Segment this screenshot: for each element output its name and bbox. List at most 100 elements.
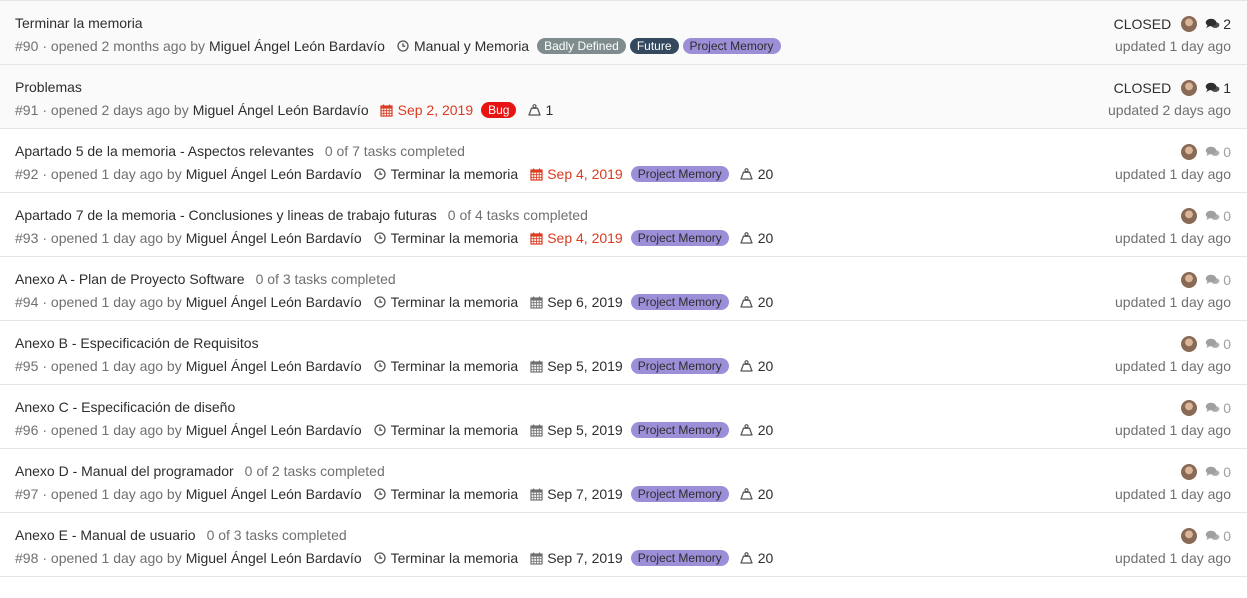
issue-opened: · opened 1 day ago by [42, 550, 182, 566]
issue-author-link[interactable]: Miguel Ángel León Bardavío [186, 422, 362, 438]
issue-milestone[interactable]: Manual y Memoria [396, 38, 529, 54]
weight-value: 20 [757, 294, 774, 310]
issue-title[interactable]: Anexo D - Manual del programador [15, 463, 234, 479]
issue-label[interactable]: Project Memory [630, 166, 729, 182]
weight-icon [740, 551, 754, 565]
issue-meta: #90 · opened 2 months ago by Miguel Ánge… [15, 36, 781, 56]
issue-milestone[interactable]: Terminar la memoria [373, 166, 518, 182]
comments-icon [1205, 402, 1220, 414]
issue-author-link[interactable]: Miguel Ángel León Bardavío [186, 550, 362, 566]
issue-label[interactable]: Project Memory [630, 294, 729, 310]
issue-comments-link[interactable]: 2 [1205, 16, 1231, 32]
issue-author-link[interactable]: Miguel Ángel León Bardavío [186, 294, 362, 310]
milestone-label: Terminar la memoria [390, 294, 519, 310]
weight-icon [740, 231, 754, 245]
issue-weight: 20 [740, 358, 773, 374]
milestone-label: Terminar la memoria [390, 422, 519, 438]
comments-count: 0 [1223, 144, 1231, 160]
issue-comments-link[interactable]: 0 [1205, 528, 1231, 544]
issue-title[interactable]: Anexo E - Manual de usuario [15, 527, 196, 543]
assignee-avatar[interactable] [1181, 16, 1198, 32]
issue-author-link[interactable]: Miguel Ángel León Bardavío [186, 358, 362, 374]
issue-opened: · opened 1 day ago by [42, 166, 182, 182]
issue-comments-link[interactable]: 0 [1205, 400, 1231, 416]
issue-milestone[interactable]: Terminar la memoria [373, 550, 518, 566]
issue-list: Terminar la memoria #90 · opened 2 month… [0, 0, 1247, 577]
issue-title[interactable]: Apartado 5 de la memoria - Aspectos rele… [15, 143, 314, 159]
assignee-avatar[interactable] [1181, 80, 1198, 96]
milestone-label: Terminar la memoria [390, 358, 519, 374]
issue-label[interactable]: Bug [481, 102, 517, 118]
issue-weight: 20 [740, 294, 774, 310]
issue-author-link[interactable]: Miguel Ángel León Bardavío [193, 102, 369, 118]
assignee-avatar[interactable] [1181, 336, 1198, 352]
issue-milestone[interactable]: Terminar la memoria [373, 486, 519, 502]
task-status: 0 of 2 tasks completed [244, 463, 385, 479]
comments-icon [1205, 210, 1220, 222]
issue-title[interactable]: Anexo C - Especificación de diseño [15, 399, 235, 415]
issue-title[interactable]: Apartado 7 de la memoria - Conclusiones … [15, 207, 437, 223]
issue-comments-link[interactable]: 0 [1205, 208, 1231, 224]
assignee-avatar[interactable] [1181, 528, 1198, 544]
issue-row: Anexo A - Plan de Proyecto Software 0 of… [0, 257, 1247, 321]
issue-label[interactable]: Project Memory [682, 38, 781, 54]
issue-label[interactable]: Project Memory [630, 486, 729, 502]
issue-milestone[interactable]: Terminar la memoria [373, 230, 518, 246]
issue-due-date: Sep 5, 2019 [529, 422, 623, 438]
issue-labels: Project Memory [630, 294, 729, 310]
weight-value: 20 [757, 166, 774, 182]
issue-label[interactable]: Badly Defined [537, 38, 626, 54]
issue-comments-link[interactable]: 1 [1205, 80, 1231, 96]
issue-comments-link[interactable]: 0 [1205, 464, 1231, 480]
issue-comments-link[interactable]: 0 [1205, 272, 1231, 288]
issue-title[interactable]: Problemas [15, 79, 82, 95]
issue-label[interactable]: Project Memory [630, 358, 729, 374]
issue-author-link[interactable]: Miguel Ángel León Bardavío [186, 166, 362, 182]
issue-label[interactable]: Project Memory [630, 230, 729, 246]
issue-number: #97 [15, 486, 39, 502]
issue-labels: Project Memory [630, 166, 729, 182]
assignee-avatar[interactable] [1181, 272, 1198, 288]
issue-title-row: Anexo C - Especificación de diseño [15, 397, 235, 417]
issue-state-badge: CLOSED [1113, 80, 1172, 96]
issue-author-link[interactable]: Miguel Ángel León Bardavío [186, 486, 362, 502]
issue-milestone[interactable]: Terminar la memoria [373, 358, 519, 374]
issue-author-link[interactable]: Miguel Ángel León Bardavío [209, 38, 385, 54]
issue-label[interactable]: Project Memory [630, 550, 729, 566]
comments-icon [1205, 18, 1220, 30]
issue-title[interactable]: Terminar la memoria [15, 15, 143, 31]
issue-title[interactable]: Anexo A - Plan de Proyecto Software [15, 271, 245, 287]
issue-title-row: Anexo B - Especificación de Requisitos [15, 333, 259, 353]
issue-author-link[interactable]: Miguel Ángel León Bardavío [186, 230, 362, 246]
issue-row: Apartado 7 de la memoria - Conclusiones … [0, 193, 1247, 257]
issue-number: #91 [15, 102, 39, 118]
weight-value: 20 [757, 486, 774, 502]
comments-count: 0 [1223, 208, 1231, 224]
issue-comments-link[interactable]: 0 [1205, 144, 1231, 160]
issue-milestone[interactable]: Terminar la memoria [373, 422, 519, 438]
issue-title-row: Anexo E - Manual de usuario 0 of 3 tasks… [15, 525, 347, 545]
issue-milestone[interactable]: Terminar la memoria [373, 294, 519, 310]
comments-count: 0 [1223, 336, 1231, 352]
milestone-label: Manual y Memoria [413, 38, 530, 54]
issue-weight: 20 [740, 422, 773, 438]
issue-number: #95 [15, 358, 39, 374]
assignee-avatar[interactable] [1181, 208, 1198, 224]
issue-state-badge: CLOSED [1113, 16, 1172, 32]
issue-label[interactable]: Future [629, 38, 679, 54]
milestone-label: Terminar la memoria [390, 486, 519, 502]
issue-row: Anexo C - Especificación de diseño #96 ·… [0, 385, 1247, 449]
issue-comments-link[interactable]: 0 [1205, 336, 1231, 352]
issue-title-row: Anexo D - Manual del programador 0 of 2 … [15, 461, 385, 481]
clock-icon [373, 551, 387, 565]
issue-opened: · opened 1 day ago by [42, 422, 182, 438]
assignee-avatar[interactable] [1181, 464, 1198, 480]
assignee-avatar[interactable] [1181, 400, 1198, 416]
issue-title[interactable]: Anexo B - Especificación de Requisitos [15, 335, 259, 351]
issue-labels: Project Memory [630, 486, 729, 502]
weight-value: 1 [545, 102, 554, 118]
assignee-avatar[interactable] [1181, 144, 1198, 160]
calendar-icon [529, 295, 543, 309]
issue-label[interactable]: Project Memory [630, 422, 729, 438]
clock-icon [373, 167, 387, 181]
